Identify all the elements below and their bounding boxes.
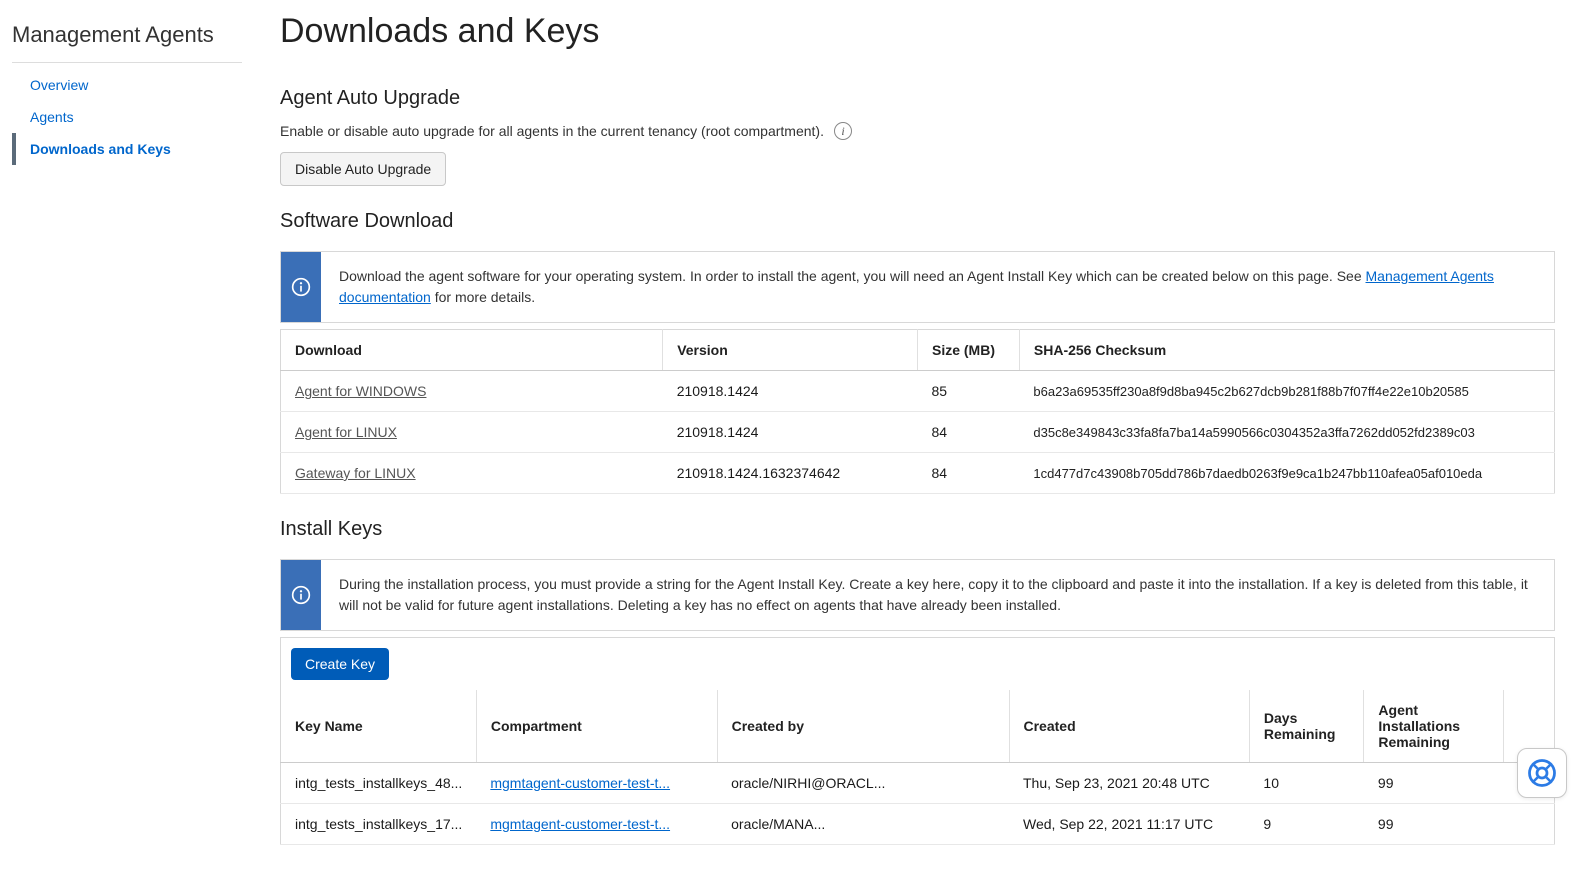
help-widget-button[interactable] bbox=[1517, 748, 1567, 798]
software-download-heading: Software Download bbox=[280, 210, 1555, 233]
software-download-table: Download Version Size (MB) SHA-256 Check… bbox=[280, 329, 1555, 494]
banner-stripe bbox=[281, 252, 321, 322]
col-created: Created bbox=[1009, 690, 1249, 763]
sidebar-item-agents[interactable]: Agents bbox=[12, 101, 260, 133]
size-cell: 84 bbox=[917, 453, 1019, 494]
version-cell: 210918.1424 bbox=[663, 371, 918, 412]
disable-auto-upgrade-button[interactable]: Disable Auto Upgrade bbox=[280, 152, 446, 186]
checksum-cell: b6a23a69535ff230a8f9d8ba945c2b627dcb9b28… bbox=[1019, 371, 1554, 412]
sidebar-title: Management Agents bbox=[12, 22, 242, 63]
table-row: Agent for LINUX 210918.142484d35c8e349843… bbox=[281, 412, 1555, 453]
install-keys-banner-text: During the installation process, you mus… bbox=[321, 560, 1554, 630]
col-checksum: SHA-256 Checksum bbox=[1019, 330, 1554, 371]
sidebar-nav: Overview Agents Downloads and Keys bbox=[12, 69, 260, 165]
install-keys-banner: During the installation process, you mus… bbox=[280, 559, 1555, 631]
checksum-cell: d35c8e349843c33fa8fa7ba14a5990566c030435… bbox=[1019, 412, 1554, 453]
version-cell: 210918.1424 bbox=[663, 412, 918, 453]
banner-message: Download the agent software for your ope… bbox=[321, 252, 1554, 322]
created-by-cell: oracle/NIRHI@ORACL... bbox=[717, 763, 1009, 804]
installs-remaining-cell: 99 bbox=[1364, 804, 1504, 845]
download-link[interactable]: Gateway for LINUX bbox=[295, 465, 416, 481]
main-content: Downloads and Keys Agent Auto Upgrade En… bbox=[260, 0, 1585, 875]
key-name-cell: intg_tests_installkeys_48... bbox=[281, 763, 477, 804]
col-download: Download bbox=[281, 330, 663, 371]
info-icon bbox=[291, 585, 311, 605]
days-remaining-cell: 9 bbox=[1249, 804, 1364, 845]
info-icon[interactable]: i bbox=[834, 122, 852, 140]
col-key-name: Key Name bbox=[281, 690, 477, 763]
sidebar-item-overview[interactable]: Overview bbox=[12, 69, 260, 101]
col-days-remaining: Days Remaining bbox=[1249, 690, 1364, 763]
col-installs-remaining: Agent Installations Remaining bbox=[1364, 690, 1504, 763]
software-download-banner: Download the agent software for your ope… bbox=[280, 251, 1555, 323]
install-keys-heading: Install Keys bbox=[280, 518, 1555, 541]
sidebar: Management Agents Overview Agents Downlo… bbox=[0, 0, 260, 875]
compartment-link[interactable]: mgmtagent-customer-test-t... bbox=[490, 816, 670, 832]
created-cell: Thu, Sep 23, 2021 20:48 UTC bbox=[1009, 763, 1249, 804]
table-row: Agent for WINDOWS 210918.142485b6a23a6953… bbox=[281, 371, 1555, 412]
install-keys-table: Key Name Compartment Created by Created … bbox=[280, 690, 1555, 845]
compartment-link[interactable]: mgmtagent-customer-test-t... bbox=[490, 775, 670, 791]
table-row: intg_tests_installkeys_17... mgmtagent-cu… bbox=[281, 804, 1555, 845]
banner-stripe bbox=[281, 560, 321, 630]
page-title: Downloads and Keys bbox=[280, 12, 1555, 51]
size-cell: 84 bbox=[917, 412, 1019, 453]
created-by-cell: oracle/MANA... bbox=[717, 804, 1009, 845]
size-cell: 85 bbox=[917, 371, 1019, 412]
col-size: Size (MB) bbox=[917, 330, 1019, 371]
download-link[interactable]: Agent for LINUX bbox=[295, 424, 397, 440]
col-created-by: Created by bbox=[717, 690, 1009, 763]
auto-upgrade-description: Enable or disable auto upgrade for all a… bbox=[280, 123, 824, 139]
install-keys-toolbar: Create Key bbox=[280, 637, 1555, 690]
row-actions-cell[interactable] bbox=[1504, 804, 1555, 845]
download-link[interactable]: Agent for WINDOWS bbox=[295, 383, 426, 399]
sidebar-item-downloads-keys[interactable]: Downloads and Keys bbox=[12, 133, 260, 165]
installs-remaining-cell: 99 bbox=[1364, 763, 1504, 804]
info-icon bbox=[291, 277, 311, 297]
table-row: Gateway for LINUX 210918.1424.16323746428… bbox=[281, 453, 1555, 494]
create-key-button[interactable]: Create Key bbox=[291, 648, 389, 680]
key-name-cell: intg_tests_installkeys_17... bbox=[281, 804, 477, 845]
auto-upgrade-heading: Agent Auto Upgrade bbox=[280, 87, 1555, 110]
version-cell: 210918.1424.1632374642 bbox=[663, 453, 918, 494]
created-cell: Wed, Sep 22, 2021 11:17 UTC bbox=[1009, 804, 1249, 845]
col-version: Version bbox=[663, 330, 918, 371]
col-compartment: Compartment bbox=[476, 690, 717, 763]
lifebuoy-icon bbox=[1527, 758, 1557, 788]
days-remaining-cell: 10 bbox=[1249, 763, 1364, 804]
table-row: intg_tests_installkeys_48... mgmtagent-cu… bbox=[281, 763, 1555, 804]
checksum-cell: 1cd477d7c43908b705dd786b7daedb0263f9e9ca… bbox=[1019, 453, 1554, 494]
